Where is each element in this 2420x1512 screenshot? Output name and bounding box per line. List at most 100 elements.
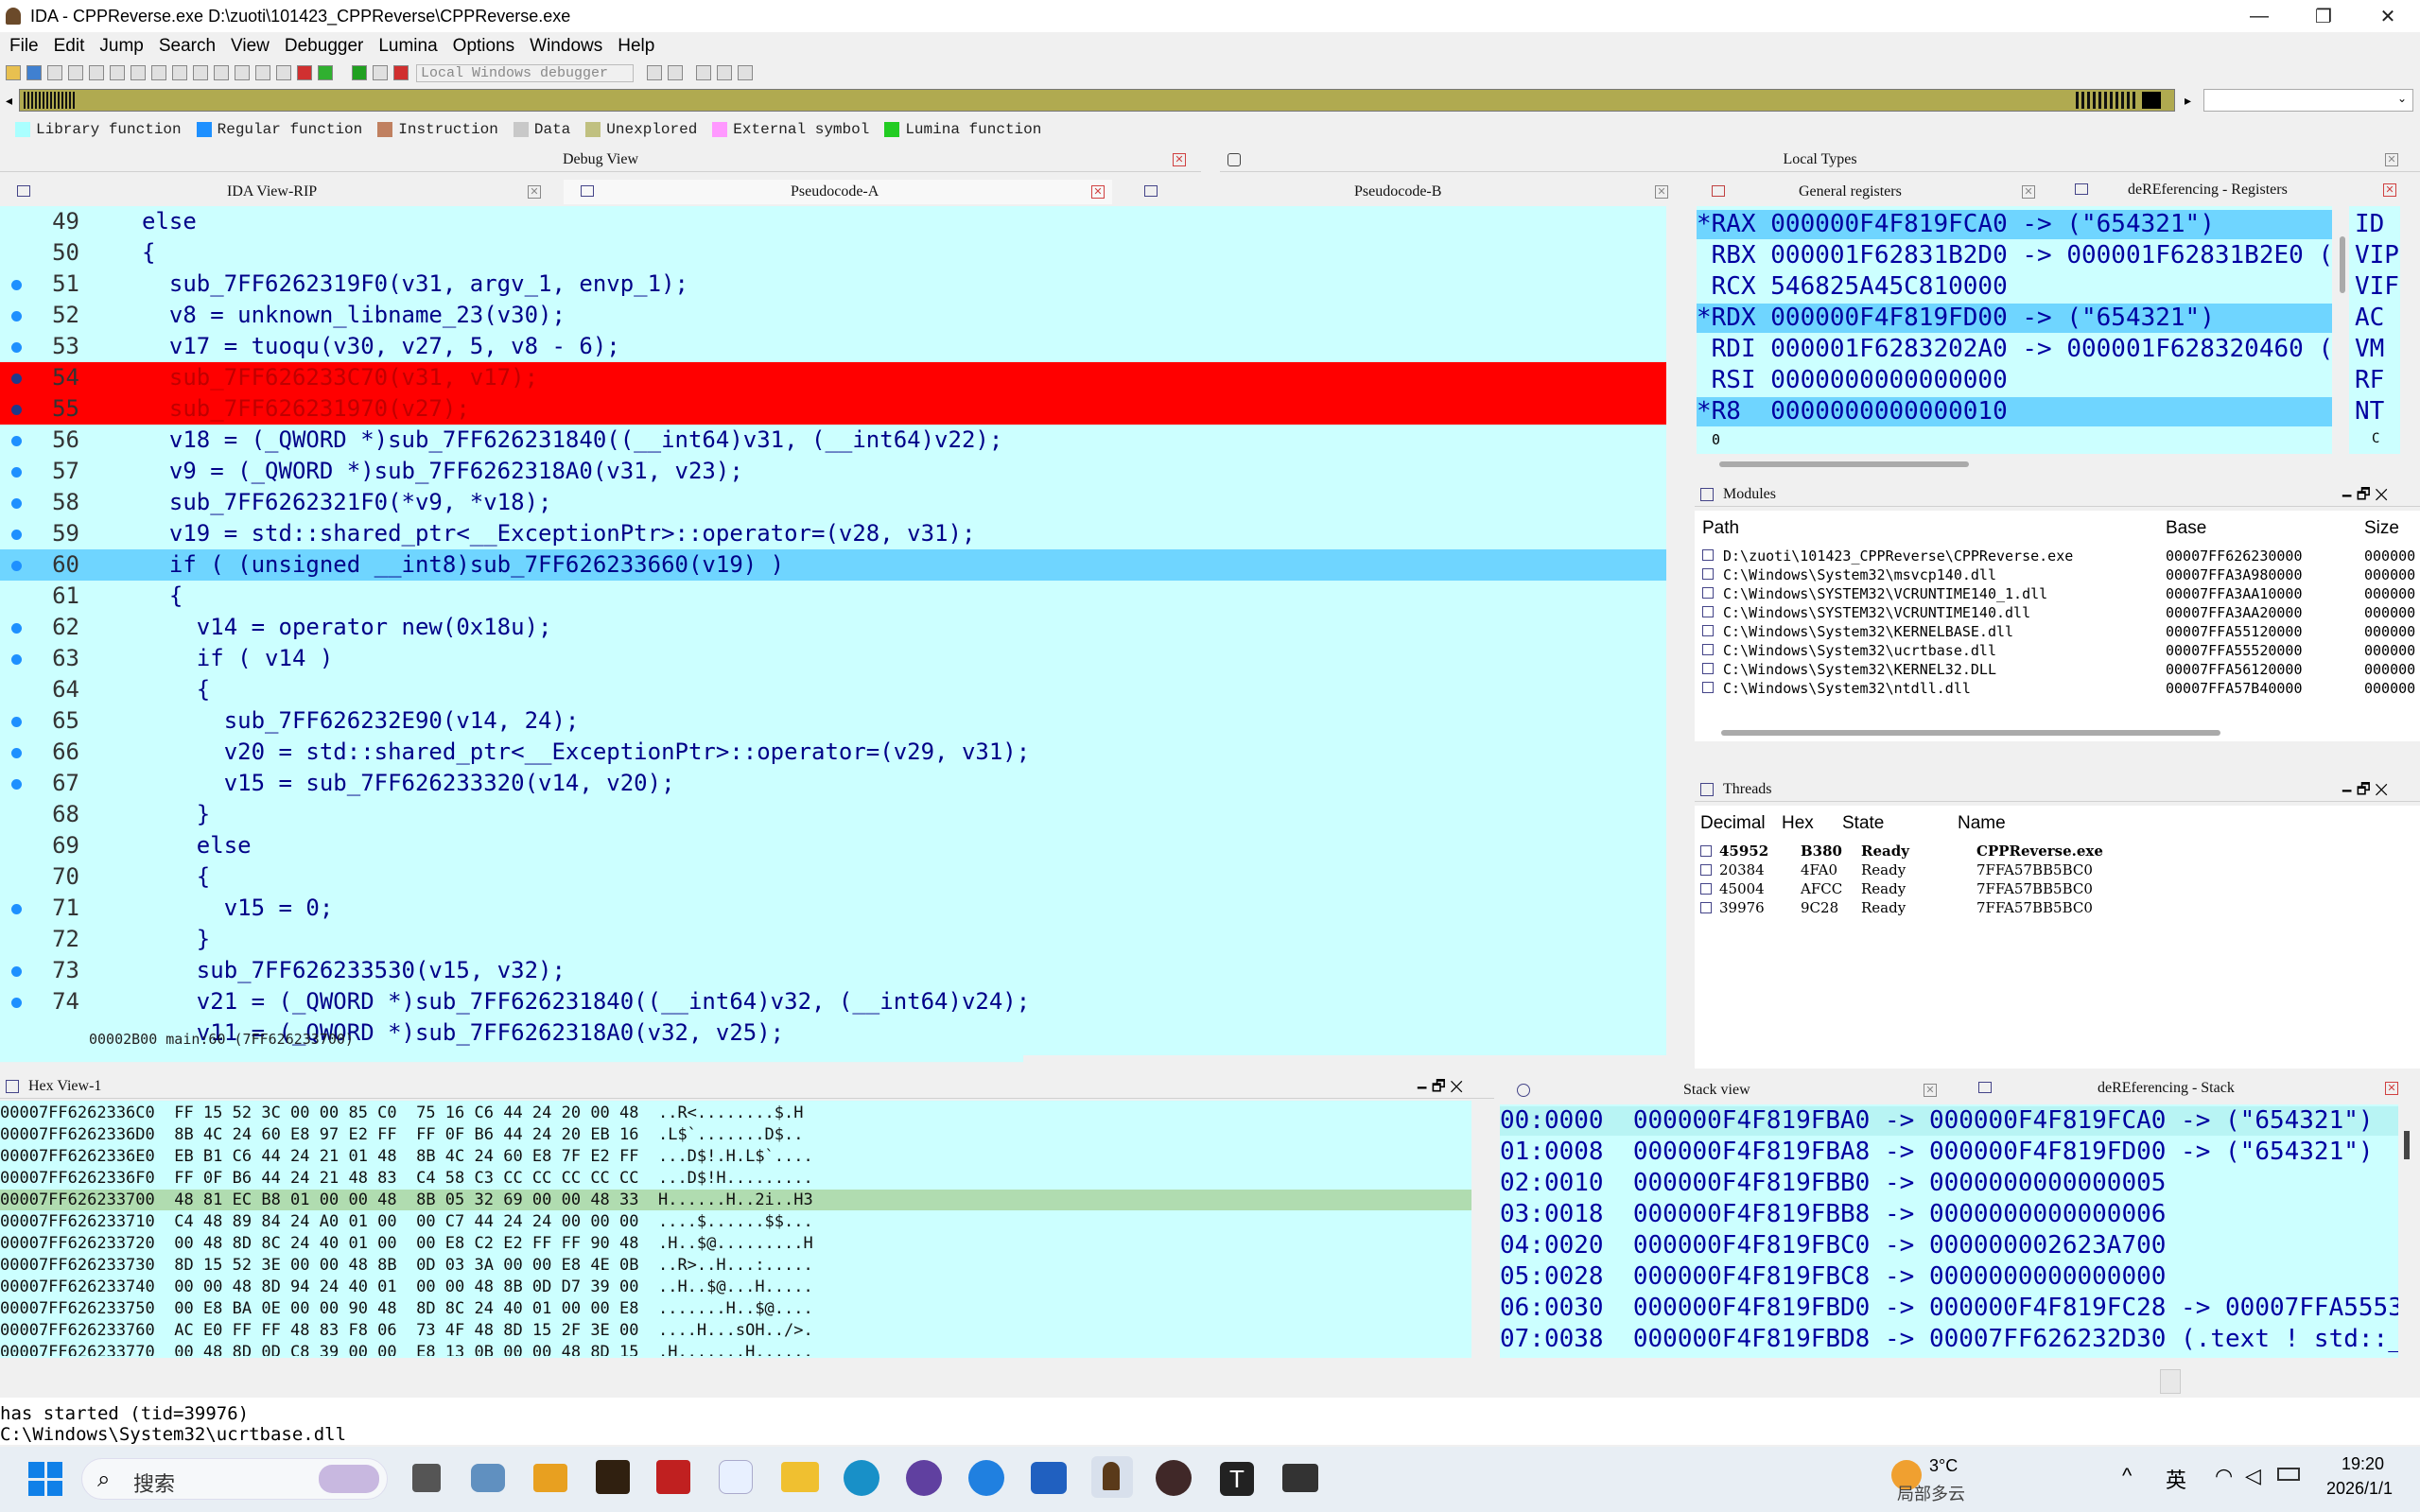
hex-row[interactable]: 00007FF6262336C0 FF 15 52 3C 00 00 85 C0… [0,1103,1471,1123]
wifi-icon[interactable]: ◠ [2215,1464,2233,1488]
code-line[interactable]: 70 { [0,861,1666,893]
stop-icon[interactable] [393,65,409,80]
taskbar-search[interactable]: ⌕ 搜索 [81,1458,388,1500]
indent-icon[interactable] [738,65,753,80]
code-line[interactable]: 53 v17 = tuoqu(v30, v27, 5, v8 - 6); [0,331,1666,362]
debugger-select[interactable]: Local Windows debugger [416,63,634,82]
close-icon[interactable]: ✕ [528,185,541,199]
code-line[interactable]: 72 } [0,924,1666,955]
hex-row[interactable]: 00007FF6262336F0 FF 0F B6 44 24 21 48 83… [0,1168,1471,1189]
code-line[interactable]: 68 } [0,799,1666,830]
table-row[interactable]: D:\zuoti\101423_CPPReverse\CPPReverse.ex… [1702,547,2420,565]
tab-general-registers[interactable]: General registers [1697,180,2065,204]
table-row[interactable]: C:\Windows\System32\KERNELBASE.dll 00007F… [1702,622,2420,641]
app-icon[interactable] [596,1460,630,1494]
close-icon[interactable]: ✕ [2385,153,2398,166]
tab-pseudocode-a[interactable]: Pseudocode-A [564,180,1112,204]
table-row[interactable]: C:\Windows\System32\ntdll.dll 00007FFA57B… [1702,679,2420,698]
hex-row[interactable]: 00007FF626233740 00 00 48 8D 94 24 40 01… [0,1277,1471,1297]
code-line[interactable]: 61 { [0,581,1666,612]
table-row[interactable]: C:\Windows\System32\ucrtbase.dll 00007FFA… [1702,641,2420,660]
registers-scrollbar[interactable] [1719,461,1969,467]
graph-icon[interactable] [89,65,104,80]
code-line[interactable]: 54 sub_7FF626233C70(v31, v17); [0,362,1666,393]
code-line[interactable]: 50 { [0,237,1666,269]
menu-help[interactable]: Help [618,36,654,57]
output-scrollbar[interactable] [2160,1369,2181,1394]
clock-time[interactable]: 19:20 [2342,1454,2384,1474]
register-row[interactable]: RSI 0000000000000000 [1697,366,2332,395]
close-icon[interactable]: ✕ [2022,185,2035,199]
menu-debugger[interactable]: Debugger [285,36,363,57]
forward-icon[interactable] [68,65,83,80]
play-icon[interactable] [352,65,367,80]
code-line[interactable]: 64 { [0,674,1666,705]
minimize-button[interactable]: — [2227,0,2291,32]
terminal-icon[interactable] [1282,1464,1318,1492]
open-icon[interactable] [6,65,21,80]
close-icon[interactable]: ✕ [1173,153,1186,166]
register-row[interactable]: RDI 000001F6283202A0 -> 000001F628320460… [1697,335,2332,364]
hex-view-header[interactable]: Hex View-1 [0,1074,1494,1099]
app-icon[interactable] [968,1460,1004,1496]
step-over-icon[interactable] [668,65,683,80]
run-to-icon[interactable] [696,65,711,80]
table-row[interactable]: C:\Windows\SYSTEM32\VCRUNTIME140_1.dll 00… [1702,584,2420,603]
code-line[interactable]: 55 sub_7FF626231970(v27); [0,393,1666,425]
array-icon[interactable] [235,65,250,80]
threads-header[interactable]: Threads [1695,777,2420,802]
hex-row[interactable]: 00007FF626233760 AC E0 FF FF 48 83 F8 06… [0,1320,1471,1341]
register-row[interactable]: *RDX 000000F4F819FD00 -> ("654321") [1697,304,2332,333]
typora-icon[interactable]: T [1220,1462,1254,1496]
text-icon[interactable] [172,65,187,80]
code-line[interactable]: 59 v19 = std::shared_ptr<__ExceptionPtr>… [0,518,1666,549]
code-line[interactable]: 73 sub_7FF626233530(v15, v32); [0,955,1666,986]
code-line[interactable]: 74 v21 = (_QWORD *)sub_7FF626231840((__i… [0,986,1666,1017]
app-icon[interactable] [533,1464,567,1492]
weather-temp[interactable]: 3°C [1929,1456,1958,1476]
code-line[interactable]: 63 if ( v14 ) [0,643,1666,674]
menu-lumina[interactable]: Lumina [378,36,437,57]
close-icon[interactable]: ✕ [2383,183,2396,197]
table-row[interactable]: 20384 4FA0 Ready 7FFA57BB5BC0 [1700,860,2418,879]
stack-row[interactable]: 07:0038 000000F4F819FBD8 -> 00007FF62623… [1500,1325,2398,1354]
volume-icon[interactable]: ◁ [2245,1464,2261,1488]
pause-icon[interactable] [373,65,388,80]
code-line[interactable]: 65 sub_7FF626232E90(v14, 24); [0,705,1666,737]
menu-file[interactable]: File [9,36,39,57]
modules-col-header[interactable]: Size [2364,518,2399,539]
tray-chevron-up-icon[interactable]: ^ [2122,1464,2132,1488]
register-row[interactable]: RBX 000001F62831B2D0 -> 000001F62831B2E0… [1697,241,2332,270]
tab-ida-view[interactable]: IDA View-RIP [0,180,548,204]
threads-col-header[interactable]: Hex [1782,813,1814,834]
step-into-icon[interactable] [647,65,662,80]
breakpoint-icon[interactable] [297,65,312,80]
list-icon[interactable] [717,65,732,80]
back-icon[interactable] [47,65,62,80]
tab-stack-view[interactable]: Stack view [1506,1078,1941,1103]
tab-deref-registers[interactable]: deREferencing - Registers [2065,178,2420,202]
taskview-icon[interactable] [412,1464,441,1492]
undefine-icon[interactable] [255,65,270,80]
code-line[interactable]: 56 v18 = (_QWORD *)sub_7FF626231840((__i… [0,425,1666,456]
menu-jump[interactable]: Jump [99,36,143,57]
hex-row[interactable]: 00007FF626233770 00 48 8D 0D C8 39 00 00… [0,1342,1471,1356]
hex-icon[interactable] [110,65,125,80]
close-icon[interactable]: ✕ [2385,1082,2398,1095]
rename-icon[interactable] [276,65,291,80]
stack-row[interactable]: 01:0008 000000F4F819FBA8 -> 000000F4F819… [1500,1138,2398,1167]
register-row[interactable]: *R8 0000000000000010 [1697,397,2332,426]
struct-icon[interactable] [131,65,146,80]
code-line[interactable]: 62 v14 = operator new(0x18u); [0,612,1666,643]
modules-header[interactable]: Modules [1695,482,2420,507]
stack-row[interactable]: 02:0010 000000F4F819FBB0 -> 000000000000… [1500,1169,2398,1198]
navigation-strip[interactable] [19,89,2175,112]
save-icon[interactable] [26,65,42,80]
code-icon[interactable] [193,65,208,80]
data-icon[interactable] [214,65,229,80]
flags-scrollbar[interactable] [2340,236,2345,293]
hex-row[interactable]: 00007FF6262336E0 EB B1 C6 44 24 21 01 48… [0,1146,1471,1167]
table-row[interactable]: 39976 9C28 Ready 7FFA57BB5BC0 [1700,898,2418,917]
stack-scrollbar[interactable] [2404,1131,2410,1159]
window-controls[interactable]: 🗕 🗗 ✕ [2342,484,2388,510]
